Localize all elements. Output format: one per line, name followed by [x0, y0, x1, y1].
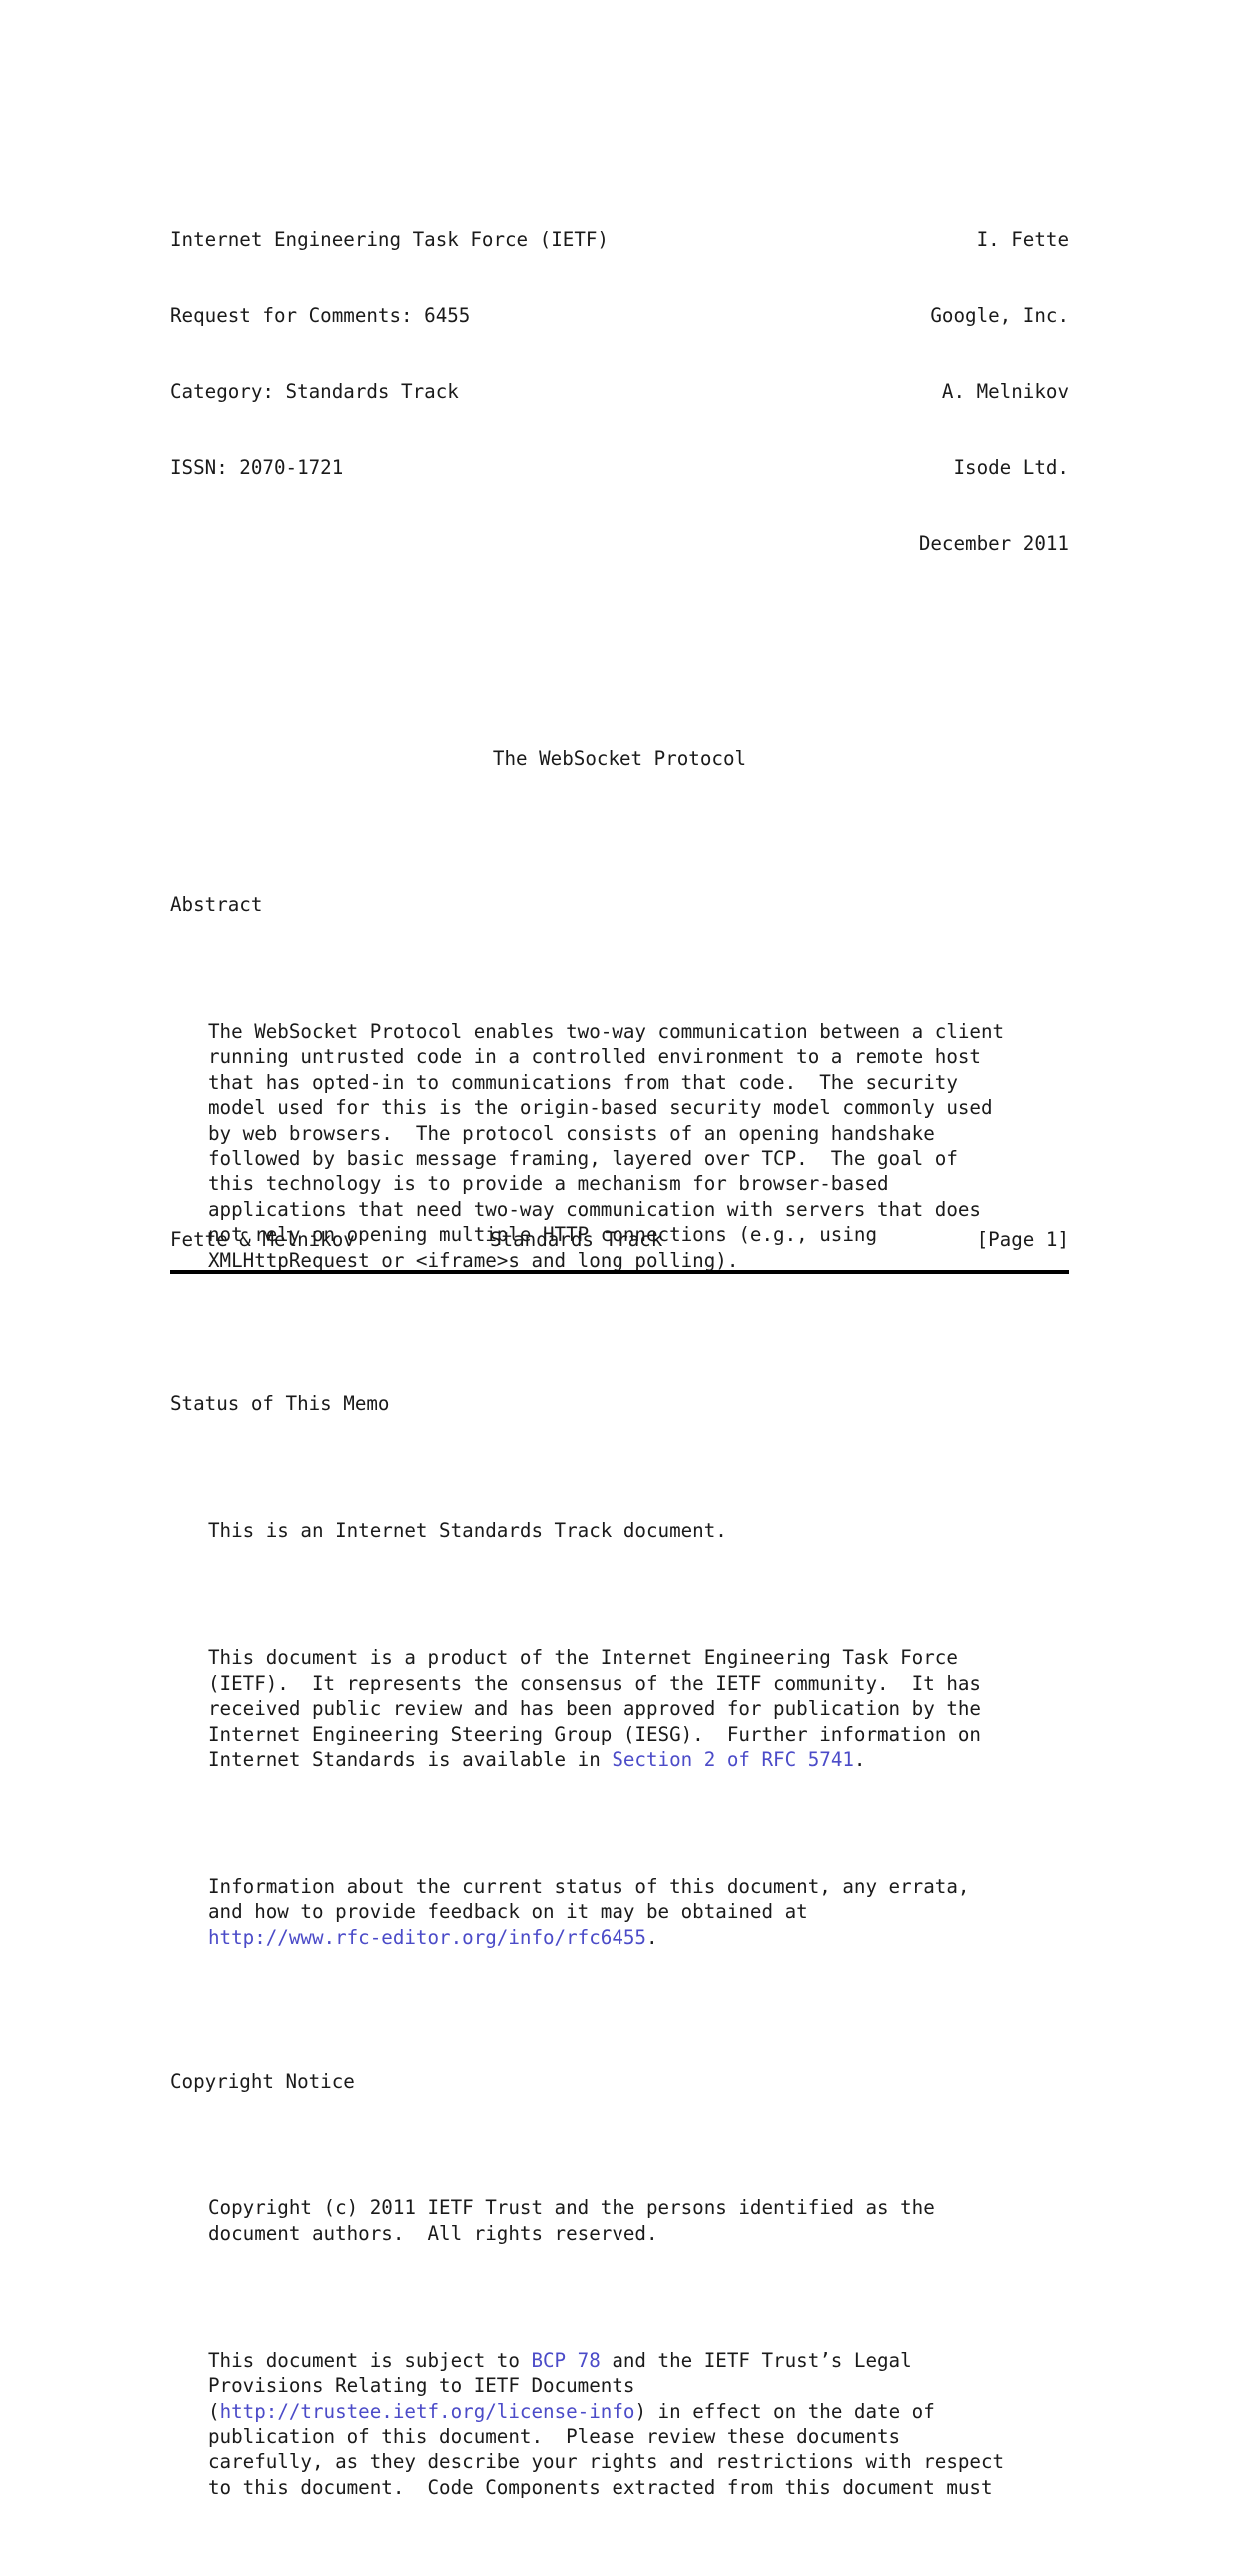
header-right-line-2: Google, Inc. — [930, 304, 1069, 328]
header-left-line-4: ISSN: 2070-1721 — [170, 455, 344, 479]
link-bcp-78[interactable]: BCP 78 — [531, 2349, 600, 2372]
document-header: Internet Engineering Task Force (IETF) I… — [170, 176, 1069, 607]
status-paragraph-3-text-after: . — [645, 1925, 658, 1949]
header-line-5: December 2011 — [170, 531, 1069, 556]
header-left-line-1: Internet Engineering Task Force (IETF) — [170, 228, 609, 252]
page-footer: Fette & Melnikov Standards Track [Page 1… — [0, 1227, 1239, 1275]
status-paragraph-3-text-before: Information about the current status of … — [208, 1874, 970, 1924]
section-heading-status: Status of This Memo — [170, 1392, 390, 1416]
section-heading-abstract: Abstract — [170, 892, 263, 916]
copyright-paragraph-1: Copyright (c) 2011 IETF Trust and the pe… — [208, 2196, 935, 2245]
footer-authors: Fette & Melnikov — [170, 1228, 355, 1251]
header-date: December 2011 — [918, 531, 1069, 555]
header-line-1: Internet Engineering Task Force (IETF) I… — [170, 227, 1069, 252]
status-paragraph-1: This is an Internet Standards Track docu… — [208, 1519, 727, 1543]
footer-page-number: [Page 1] — [976, 1228, 1069, 1251]
header-left-line-3: Category: Standards Track — [170, 380, 459, 404]
footer-row: Fette & Melnikov Standards Track [Page 1… — [170, 1227, 1069, 1252]
header-right-line-1: I. Fette — [976, 228, 1069, 252]
status-paragraph-3: Information about the current status of … — [170, 1874, 1069, 1950]
rfc-document-page: Internet Engineering Task Force (IETF) I… — [0, 0, 1239, 2499]
link-trustee-license-info[interactable]: http://trustee.ietf.org/license-info — [220, 2400, 635, 2423]
link-rfc-editor-info[interactable]: http://www.rfc-editor.org/info/rfc6455 — [208, 1926, 646, 1949]
header-right-line-4: Isode Ltd. — [953, 455, 1069, 479]
header-left-line-2: Request for Comments: 6455 — [170, 304, 471, 328]
copyright-paragraph-2: This document is subject to BCP 78 and t… — [170, 2348, 1069, 2500]
copyright-text-part-1: This document is subject to — [208, 2348, 532, 2372]
page-title: The WebSocket Protocol — [492, 747, 747, 771]
footer-category: Standards Track — [490, 1228, 663, 1251]
header-line-4: ISSN: 2070-1721 Isode Ltd. — [170, 455, 1069, 480]
status-paragraph-2-text-after: . — [853, 1747, 866, 1771]
section-heading-copyright: Copyright Notice — [170, 2070, 355, 2094]
header-line-2: Request for Comments: 6455 Google, Inc. — [170, 303, 1069, 328]
header-line-3: Category: Standards Track A. Melnikov — [170, 379, 1069, 404]
link-section-2-rfc-5741[interactable]: Section 2 of RFC 5741 — [612, 1748, 854, 1771]
footer-divider — [170, 1270, 1069, 1275]
header-right-line-3: A. Melnikov — [941, 380, 1069, 404]
status-paragraph-2: This document is a product of the Intern… — [170, 1645, 1069, 1772]
document-body: Internet Engineering Task Force (IETF) I… — [170, 100, 1069, 2576]
